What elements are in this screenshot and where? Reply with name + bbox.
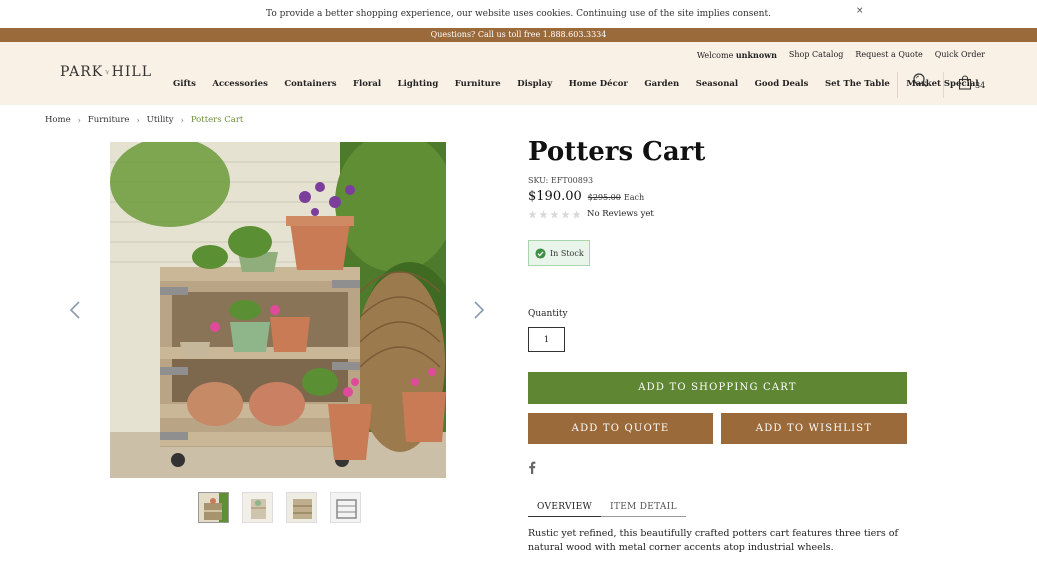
tab-item-detail[interactable]: ITEM DETAIL	[601, 500, 686, 517]
site-header: Welcome unknown Shop Catalog Request a Q…	[0, 42, 1037, 105]
facebook-icon[interactable]	[528, 461, 536, 474]
original-price: $295.00	[587, 193, 621, 202]
add-to-wishlist-button[interactable]: ADD TO WISHLIST	[721, 413, 907, 444]
nav-item-display[interactable]: Display	[517, 79, 552, 89]
nav-item-set-the-table[interactable]: Set The Table	[825, 79, 890, 89]
breadcrumb: Home › Furniture › Utility › Potters Car…	[45, 115, 243, 125]
shop-catalog-link[interactable]: Shop Catalog	[789, 50, 843, 60]
nav-item-good-deals[interactable]: Good Deals	[755, 79, 809, 89]
price-row: $190.00 $295.00 Each	[528, 189, 644, 204]
cookie-notice: To provide a better shopping experience,…	[0, 0, 1037, 28]
cookie-notice-text: To provide a better shopping experience,…	[266, 9, 771, 19]
star-icon	[561, 209, 570, 218]
nav-item-home-d-cor[interactable]: Home Décor	[569, 79, 628, 89]
breadcrumb-current: Potters Cart	[190, 115, 244, 125]
cart-count: 34	[975, 81, 986, 90]
add-to-cart-button[interactable]: ADD TO SHOPPING CART	[528, 372, 907, 404]
check-circle-icon	[535, 247, 546, 259]
nav-item-lighting[interactable]: Lighting	[398, 79, 439, 89]
product-image[interactable]	[110, 142, 446, 478]
breadcrumb-furniture[interactable]: Furniture	[88, 115, 130, 125]
thumbnail-1[interactable]	[198, 492, 229, 523]
nav-divider	[943, 72, 944, 98]
nav-item-garden[interactable]: Garden	[644, 79, 679, 89]
search-icon[interactable]	[912, 72, 928, 88]
thumbnail-image	[331, 493, 360, 522]
utility-nav: Welcome unknown Shop Catalog Request a Q…	[697, 50, 985, 60]
tab-overview[interactable]: OVERVIEW	[528, 500, 602, 517]
leaf-icon	[105, 69, 110, 75]
quick-order-link[interactable]: Quick Order	[935, 50, 985, 60]
shopping-bag-icon	[958, 75, 972, 90]
product-title: Potters Cart	[528, 137, 706, 167]
promo-bar: Questions? Call us toll free 1.888.603.3…	[0, 28, 1037, 42]
star-icon	[528, 209, 537, 218]
rating-row: No Reviews yet	[528, 209, 654, 219]
thumbnail-image	[199, 493, 228, 522]
thumbnail-image	[243, 493, 272, 522]
chevron-right-icon[interactable]	[472, 300, 486, 320]
add-to-quote-button[interactable]: ADD TO QUOTE	[528, 413, 713, 444]
stock-status-text: In Stock	[550, 248, 584, 258]
site-logo[interactable]: PARK HILL	[60, 62, 152, 82]
quantity-input[interactable]	[528, 327, 565, 352]
star-icon	[572, 209, 581, 218]
nav-item-furniture[interactable]: Furniture	[455, 79, 501, 89]
quantity-label: Quantity	[528, 309, 568, 319]
reviews-link[interactable]: No Reviews yet	[587, 209, 654, 219]
shopping-cart-button[interactable]: 34	[958, 74, 988, 90]
star-icon	[539, 209, 548, 218]
price-unit: Each	[623, 193, 645, 202]
chevron-right-icon: ›	[180, 115, 184, 125]
nav-divider	[897, 72, 898, 98]
request-quote-link[interactable]: Request a Quote	[855, 50, 922, 60]
breadcrumb-home[interactable]: Home	[45, 115, 71, 125]
chevron-left-icon[interactable]	[68, 300, 82, 320]
product-sku: SKU: EFT00893	[528, 176, 594, 185]
welcome-message: Welcome unknown	[696, 50, 777, 60]
thumbnail-image	[287, 493, 316, 522]
sale-price: $190.00	[528, 189, 582, 204]
nav-item-containers[interactable]: Containers	[284, 79, 336, 89]
potters-cart-photo	[110, 142, 446, 478]
close-icon[interactable]: ×	[856, 7, 864, 16]
thumbnail-4[interactable]	[330, 492, 361, 523]
nav-item-floral[interactable]: Floral	[353, 79, 381, 89]
breadcrumb-utility[interactable]: Utility	[147, 115, 174, 125]
thumbnail-2[interactable]	[242, 492, 273, 523]
thumbnail-3[interactable]	[286, 492, 317, 523]
star-icon	[550, 209, 559, 218]
chevron-right-icon: ›	[77, 115, 81, 125]
image-thumbnails	[198, 492, 361, 523]
product-tabs: OVERVIEW ITEM DETAIL	[528, 500, 686, 517]
product-description: Rustic yet refined, this beautifully cra…	[528, 528, 898, 553]
nav-item-gifts[interactable]: Gifts	[173, 79, 196, 89]
main-nav: Gifts Accessories Containers Floral Lighting…	[173, 79, 995, 89]
stock-status-badge: In Stock	[528, 240, 590, 266]
promo-text: Questions? Call us toll free 1.888.603.3…	[430, 30, 607, 39]
chevron-right-icon: ›	[136, 115, 140, 125]
nav-item-accessories[interactable]: Accessories	[212, 79, 268, 89]
nav-item-seasonal[interactable]: Seasonal	[696, 79, 738, 89]
